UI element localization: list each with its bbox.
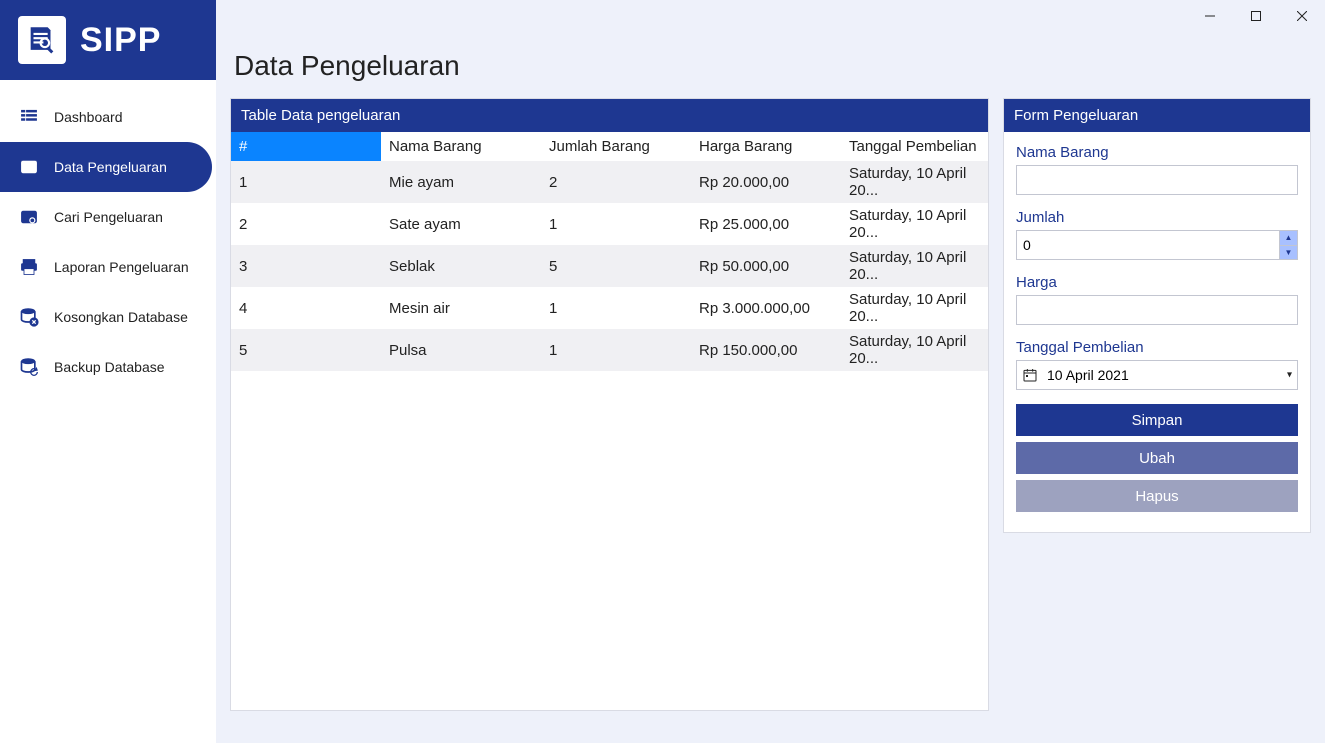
cell-qty: 2 (541, 161, 691, 203)
sidebar-nav: Dashboard Data Pengeluaran Cari Pengelua… (0, 80, 216, 392)
search-folder-icon (18, 206, 40, 228)
spinner-down-button[interactable]: ▼ (1279, 246, 1297, 260)
sidebar-item-cari-pengeluaran[interactable]: Cari Pengeluaran (0, 192, 212, 242)
cell-name: Mie ayam (381, 161, 541, 203)
col-header-jumlah[interactable]: Jumlah Barang (541, 132, 691, 161)
cell-price: Rp 150.000,00 (691, 329, 841, 371)
sidebar-item-laporan-pengeluaran[interactable]: Laporan Pengeluaran (0, 242, 212, 292)
cell-price: Rp 25.000,00 (691, 203, 841, 245)
input-harga[interactable] (1016, 295, 1298, 325)
form-panel: Form Pengeluaran Nama Barang Jumlah ▲ ▼ (1003, 98, 1311, 533)
sidebar-item-data-pengeluaran[interactable]: Data Pengeluaran (0, 142, 212, 192)
cell-date: Saturday, 10 April 20... (841, 245, 988, 287)
cell-price: Rp 3.000.000,00 (691, 287, 841, 329)
input-jumlah[interactable] (1016, 230, 1298, 260)
label-jumlah: Jumlah (1016, 209, 1298, 226)
col-header-nama[interactable]: Nama Barang (381, 132, 541, 161)
cell-qty: 1 (541, 329, 691, 371)
label-harga: Harga (1016, 274, 1298, 291)
sidebar-item-label: Kosongkan Database (54, 309, 188, 325)
label-nama-barang: Nama Barang (1016, 144, 1298, 161)
cell-idx: 3 (231, 245, 381, 287)
col-header-harga[interactable]: Harga Barang (691, 132, 841, 161)
table-row[interactable]: 3Seblak5Rp 50.000,00Saturday, 10 April 2… (231, 245, 988, 287)
cell-price: Rp 50.000,00 (691, 245, 841, 287)
window-controls (1187, 0, 1325, 32)
input-nama-barang[interactable] (1016, 165, 1298, 195)
chevron-down-icon[interactable]: ▾ (1287, 370, 1292, 381)
col-header-tanggal[interactable]: Tanggal Pembelian (841, 132, 988, 161)
content-row: Table Data pengeluaran # Nama Barang Jum… (230, 98, 1311, 711)
spinner-buttons: ▲ ▼ (1279, 231, 1297, 259)
table-row[interactable]: 2Sate ayam1Rp 25.000,00Saturday, 10 Apri… (231, 203, 988, 245)
cell-date: Saturday, 10 April 20... (841, 161, 988, 203)
page-title: Data Pengeluaran (234, 50, 1311, 82)
cell-name: Mesin air (381, 287, 541, 329)
cell-idx: 2 (231, 203, 381, 245)
input-tanggal[interactable] (1016, 360, 1298, 390)
table-row[interactable]: 5Pulsa1Rp 150.000,00Saturday, 10 April 2… (231, 329, 988, 371)
minimize-button[interactable] (1187, 0, 1233, 32)
cell-date: Saturday, 10 April 20... (841, 203, 988, 245)
cell-qty: 1 (541, 203, 691, 245)
calendar-icon (1022, 367, 1038, 383)
cell-price: Rp 20.000,00 (691, 161, 841, 203)
maximize-button[interactable] (1233, 0, 1279, 32)
app-logo-icon (18, 16, 66, 64)
cell-name: Sate ayam (381, 203, 541, 245)
dashboard-icon (18, 106, 40, 128)
field-jumlah: Jumlah ▲ ▼ (1016, 209, 1298, 260)
printer-icon (18, 256, 40, 278)
brand: SIPP (0, 0, 216, 80)
table-header-row: # Nama Barang Jumlah Barang Harga Barang… (231, 132, 988, 161)
cell-idx: 1 (231, 161, 381, 203)
table-panel-header: Table Data pengeluaran (231, 99, 988, 132)
field-nama-barang: Nama Barang (1016, 144, 1298, 195)
form-panel-header: Form Pengeluaran (1004, 99, 1310, 132)
data-table: # Nama Barang Jumlah Barang Harga Barang… (231, 132, 988, 371)
table-row[interactable]: 1Mie ayam2Rp 20.000,00Saturday, 10 April… (231, 161, 988, 203)
folder-icon (18, 156, 40, 178)
field-harga: Harga (1016, 274, 1298, 325)
main-content: Data Pengeluaran Table Data pengeluaran … (216, 32, 1325, 743)
cell-date: Saturday, 10 April 20... (841, 287, 988, 329)
label-tanggal: Tanggal Pembelian (1016, 339, 1298, 356)
sidebar: SIPP Dashboard Data Pengeluaran Cari Pen… (0, 0, 216, 743)
cell-date: Saturday, 10 April 20... (841, 329, 988, 371)
field-tanggal: Tanggal Pembelian ▾ (1016, 339, 1298, 390)
table-row[interactable]: 4Mesin air1Rp 3.000.000,00Saturday, 10 A… (231, 287, 988, 329)
sidebar-item-backup-database[interactable]: Backup Database (0, 342, 212, 392)
delete-button[interactable]: Hapus (1016, 480, 1298, 512)
col-header-index[interactable]: # (231, 132, 381, 161)
sidebar-item-label: Cari Pengeluaran (54, 209, 163, 225)
sidebar-item-kosongkan-database[interactable]: Kosongkan Database (0, 292, 212, 342)
cell-qty: 1 (541, 287, 691, 329)
table-wrap: # Nama Barang Jumlah Barang Harga Barang… (231, 132, 988, 710)
cell-name: Pulsa (381, 329, 541, 371)
sidebar-item-label: Laporan Pengeluaran (54, 259, 189, 275)
cell-name: Seblak (381, 245, 541, 287)
save-button[interactable]: Simpan (1016, 404, 1298, 436)
table-panel: Table Data pengeluaran # Nama Barang Jum… (230, 98, 989, 711)
sidebar-item-label: Backup Database (54, 359, 165, 375)
spinner-up-button[interactable]: ▲ (1279, 231, 1297, 246)
database-clear-icon (18, 306, 40, 328)
database-backup-icon (18, 356, 40, 378)
cell-qty: 5 (541, 245, 691, 287)
close-button[interactable] (1279, 0, 1325, 32)
cell-idx: 4 (231, 287, 381, 329)
sidebar-item-label: Data Pengeluaran (54, 159, 167, 175)
edit-button[interactable]: Ubah (1016, 442, 1298, 474)
app-name: SIPP (80, 21, 161, 60)
form-body: Nama Barang Jumlah ▲ ▼ Harga (1004, 132, 1310, 522)
sidebar-item-dashboard[interactable]: Dashboard (0, 92, 212, 142)
sidebar-item-label: Dashboard (54, 109, 123, 125)
cell-idx: 5 (231, 329, 381, 371)
